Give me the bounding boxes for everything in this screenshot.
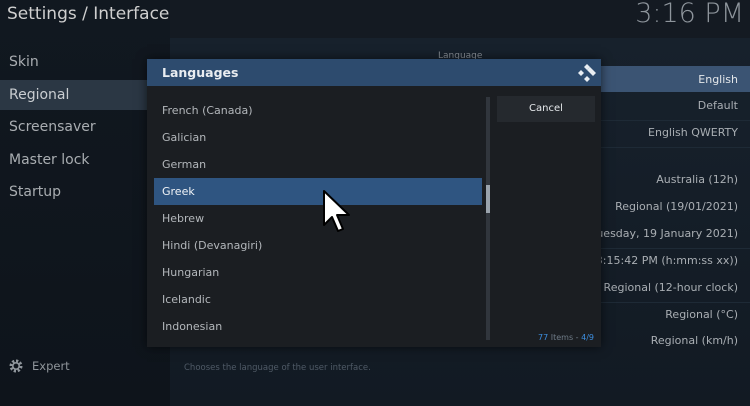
sidebar-item-regional[interactable]: Regional <box>0 80 170 110</box>
clock: 3:16 PM <box>635 0 744 29</box>
gear-icon <box>9 359 23 373</box>
list-item[interactable]: Hindi (Devanagiri) <box>154 232 482 259</box>
setting-value-temperature[interactable]: Regional (°C) <box>665 308 738 321</box>
row-divider <box>600 302 750 303</box>
cancel-button[interactable]: Cancel <box>497 96 595 122</box>
setting-value-language[interactable]: English <box>698 73 738 86</box>
list-item[interactable]: French (Canada) <box>154 97 482 124</box>
language-list: French (Canada) Galician German Greek He… <box>154 97 482 340</box>
list-item[interactable]: German <box>154 151 482 178</box>
sidebar-item-master-lock[interactable]: Master lock <box>0 145 170 175</box>
setting-value-short-date[interactable]: Regional (19/01/2021) <box>615 200 738 213</box>
items-total: 77 <box>538 333 549 342</box>
list-item[interactable]: Icelandic <box>154 286 482 313</box>
setting-value-time-format[interactable]: al (3:15:42 PM (h:mm:ss xx)) <box>578 254 738 267</box>
list-item[interactable]: Galician <box>154 124 482 151</box>
dialog-header: Languages <box>147 59 601 86</box>
list-item[interactable]: Hebrew <box>154 205 482 232</box>
row-divider <box>600 120 750 121</box>
settings-level-button[interactable]: Expert <box>8 356 70 376</box>
setting-value-charset[interactable]: Default <box>698 99 738 112</box>
setting-value-clock[interactable]: Regional (12-hour clock) <box>604 281 738 294</box>
expert-label: Expert <box>32 359 70 373</box>
list-scrollbar[interactable] <box>486 97 490 340</box>
setting-value-region[interactable]: Australia (12h) <box>656 173 738 186</box>
list-item[interactable]: Hungarian <box>154 259 482 286</box>
help-text: Chooses the language of the user interfa… <box>184 363 371 373</box>
row-divider <box>600 248 750 249</box>
page-indicator: 4/9 <box>581 333 594 342</box>
items-counter: 77 Items - 4/9 <box>538 333 594 342</box>
mouse-cursor-icon <box>323 190 350 232</box>
list-item[interactable]: Indonesian <box>154 313 482 340</box>
row-divider <box>600 147 750 148</box>
list-item-focused[interactable]: Greek <box>154 178 482 205</box>
languages-dialog: Languages French (Canada) Galician Germa… <box>147 59 601 347</box>
setting-value-keyboard[interactable]: English QWERTY <box>648 126 738 139</box>
sidebar-item-screensaver[interactable]: Screensaver <box>0 112 170 142</box>
sidebar-item-skin[interactable]: Skin <box>0 47 170 77</box>
kodi-logo-icon <box>578 64 596 82</box>
scrollbar-thumb[interactable] <box>486 185 490 213</box>
sidebar-item-startup[interactable]: Startup <box>0 177 170 207</box>
setting-value-speed[interactable]: Regional (km/h) <box>651 334 738 347</box>
dialog-title: Languages <box>162 65 239 80</box>
items-word: Items <box>550 333 574 342</box>
setting-value-long-date[interactable]: (Tuesday, 19 January 2021) <box>587 227 738 240</box>
page-title: Settings / Interface <box>7 4 170 24</box>
